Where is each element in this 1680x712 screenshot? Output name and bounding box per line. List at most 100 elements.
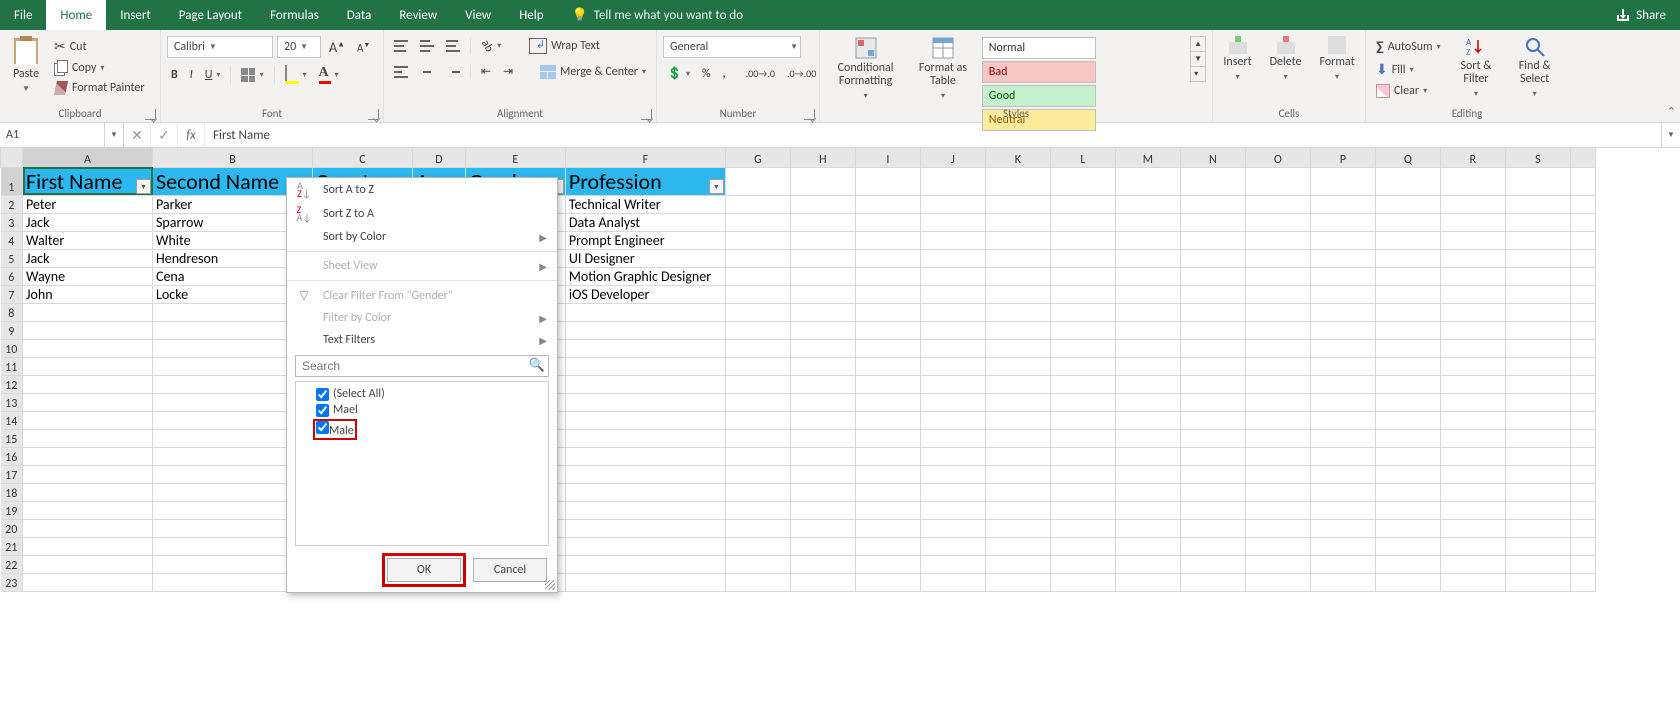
cell[interactable] (1115, 195, 1180, 213)
cell[interactable] (1310, 573, 1375, 591)
cell[interactable] (1375, 213, 1440, 231)
cell[interactable] (855, 447, 920, 465)
cell[interactable] (1375, 465, 1440, 483)
format-painter-button[interactable]: Format Painter (50, 79, 149, 97)
cell[interactable] (920, 339, 985, 357)
tab-insert[interactable]: Insert (106, 0, 165, 30)
row-header-11[interactable]: 11 (1, 357, 23, 375)
tab-data[interactable]: Data (333, 0, 386, 30)
cell[interactable] (790, 339, 855, 357)
cell[interactable] (1440, 303, 1505, 321)
cell[interactable] (1245, 411, 1310, 429)
filter-search-input[interactable] (295, 355, 549, 377)
cell[interactable] (1115, 519, 1180, 537)
cell[interactable] (23, 537, 153, 555)
cell[interactable] (1115, 267, 1180, 285)
cell[interactable] (1050, 303, 1115, 321)
row-header-23[interactable]: 23 (1, 573, 23, 591)
cell[interactable] (790, 303, 855, 321)
cell[interactable] (1245, 195, 1310, 213)
cell[interactable] (790, 429, 855, 447)
cell[interactable] (1245, 249, 1310, 267)
cell[interactable] (1440, 285, 1505, 303)
cell[interactable] (985, 555, 1050, 573)
cell[interactable] (1115, 285, 1180, 303)
cell[interactable] (1505, 537, 1570, 555)
cell[interactable] (1180, 483, 1245, 501)
cell[interactable] (1375, 519, 1440, 537)
cell[interactable] (1570, 501, 1595, 519)
cell[interactable] (985, 339, 1050, 357)
cell[interactable] (23, 411, 153, 429)
filter-option[interactable]: Mael (302, 402, 542, 418)
row-header-2[interactable]: 2 (1, 195, 23, 213)
cell[interactable] (23, 429, 153, 447)
cell[interactable] (790, 195, 855, 213)
cell[interactable] (920, 519, 985, 537)
wrap-text-button[interactable]: Wrap Text (525, 36, 604, 56)
cell[interactable] (1115, 249, 1180, 267)
cell[interactable] (23, 465, 153, 483)
cell[interactable] (1115, 447, 1180, 465)
col-header-A[interactable]: A (23, 148, 153, 167)
merge-center-button[interactable]: Merge & Center ▾ (536, 63, 650, 81)
cell[interactable] (1180, 249, 1245, 267)
cell[interactable] (1440, 249, 1505, 267)
style-bad[interactable]: Bad (982, 61, 1096, 83)
cell[interactable] (855, 393, 920, 411)
cell[interactable] (1505, 411, 1570, 429)
cell[interactable] (1570, 429, 1595, 447)
align-top-button[interactable] (390, 38, 412, 54)
text-filters-item[interactable]: Text Filters ▶ (287, 329, 557, 351)
row-header-4[interactable]: 4 (1, 231, 23, 249)
cell[interactable] (1440, 267, 1505, 285)
cell[interactable] (1505, 249, 1570, 267)
cell[interactable] (790, 519, 855, 537)
cell[interactable] (790, 213, 855, 231)
cell[interactable] (1050, 519, 1115, 537)
cell[interactable] (855, 167, 920, 195)
cell[interactable] (1245, 321, 1310, 339)
cell[interactable] (920, 321, 985, 339)
cell[interactable] (1245, 303, 1310, 321)
cell[interactable] (920, 249, 985, 267)
cell[interactable] (855, 501, 920, 519)
row-header-7[interactable]: 7 (1, 285, 23, 303)
cell[interactable] (1115, 321, 1180, 339)
cell[interactable] (1505, 213, 1570, 231)
cell[interactable] (1310, 393, 1375, 411)
cell[interactable] (565, 393, 725, 411)
row-header-18[interactable]: 18 (1, 483, 23, 501)
decrease-font-button[interactable]: A▼ (353, 38, 374, 57)
cell[interactable] (1375, 357, 1440, 375)
cell[interactable] (1375, 267, 1440, 285)
cell[interactable] (855, 519, 920, 537)
cell[interactable] (1115, 483, 1180, 501)
cell[interactable] (725, 303, 790, 321)
cell[interactable] (725, 339, 790, 357)
cell[interactable] (920, 393, 985, 411)
cell[interactable] (1570, 167, 1595, 195)
cell[interactable] (725, 375, 790, 393)
row-header-6[interactable]: 6 (1, 267, 23, 285)
cell[interactable] (1505, 321, 1570, 339)
cell[interactable] (1440, 501, 1505, 519)
sort-az-item[interactable]: AZ↓ Sort A to Z (287, 178, 557, 202)
sort-za-item[interactable]: ZA↓ Sort Z to A (287, 202, 557, 226)
format-cells-button[interactable]: Format▾ (1313, 34, 1360, 86)
worksheet[interactable]: ABCDEFGHIJKLMNOPQRS 1First Name▼Second N… (0, 148, 1680, 712)
cell[interactable] (1440, 555, 1505, 573)
cell[interactable] (855, 573, 920, 591)
cell[interactable] (1375, 573, 1440, 591)
clear-button[interactable]: Clear▾ (1372, 82, 1445, 100)
paste-button[interactable]: Paste ▼ (6, 34, 46, 98)
cell[interactable] (1115, 375, 1180, 393)
cell[interactable] (725, 519, 790, 537)
cell[interactable] (985, 483, 1050, 501)
cell[interactable] (1115, 555, 1180, 573)
cell[interactable] (920, 537, 985, 555)
cell[interactable] (23, 501, 153, 519)
cell[interactable] (1570, 411, 1595, 429)
row-header-12[interactable]: 12 (1, 375, 23, 393)
cell[interactable] (1570, 393, 1595, 411)
